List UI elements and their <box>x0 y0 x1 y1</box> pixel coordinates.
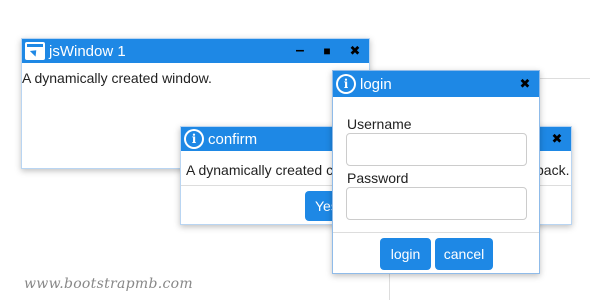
jswindow-1-body: A dynamically created window. <box>22 70 212 86</box>
jswindow-1-title: jsWindow 1 <box>49 42 126 60</box>
info-icon: i <box>184 129 204 149</box>
login-title: login <box>360 75 392 93</box>
confirm-message: A dynamically created co <box>186 162 341 178</box>
maximize-icon[interactable]: ■ <box>315 39 339 63</box>
username-label: Username <box>347 116 412 132</box>
close-icon[interactable]: ✖ <box>545 127 569 151</box>
login-button[interactable]: login <box>380 238 431 270</box>
login-titlebar[interactable]: i login ✖ <box>333 71 539 97</box>
password-label: Password <box>347 170 409 186</box>
username-input[interactable] <box>346 133 527 166</box>
jswindow-1-titlebar[interactable]: jsWindow 1 – ■ ✖ <box>22 39 369 63</box>
login-dialog[interactable]: i login ✖ Username Password login cancel <box>332 70 540 274</box>
confirm-message-end: back. <box>536 162 570 178</box>
minimize-icon[interactable]: – <box>288 39 312 63</box>
confirm-title: confirm <box>208 130 258 148</box>
cancel-button[interactable]: cancel <box>435 238 493 270</box>
watermark: www.bootstrapmb.com <box>24 276 193 292</box>
close-icon[interactable]: ✖ <box>513 72 537 96</box>
background-divider <box>540 78 590 79</box>
background-divider-vertical <box>389 270 390 300</box>
login-footer-divider <box>333 232 539 233</box>
password-input[interactable] <box>346 187 527 220</box>
close-icon[interactable]: ✖ <box>343 39 367 63</box>
app-window-icon <box>25 42 45 60</box>
info-icon: i <box>336 74 356 94</box>
